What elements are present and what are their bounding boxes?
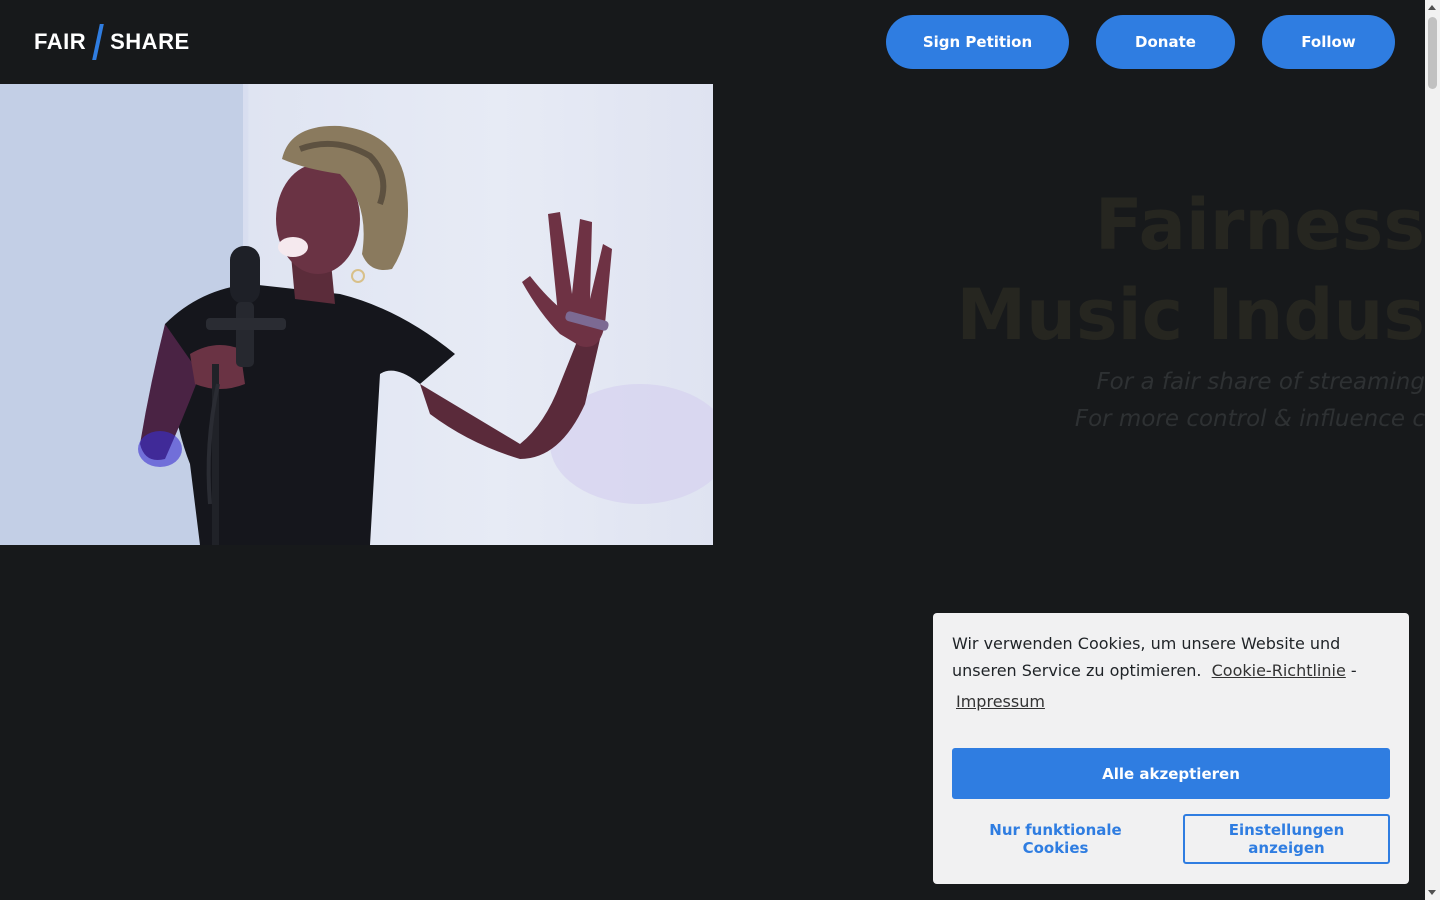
hero-title-line2: Music Indus: [956, 274, 1425, 356]
cookie-message: Wir verwenden Cookies, um unsere Website…: [952, 630, 1392, 715]
scroll-thumb[interactable]: [1428, 17, 1437, 89]
cookie-policy-link[interactable]: Cookie-Richtlinie: [1212, 661, 1346, 680]
scroll-up-icon[interactable]: [1428, 5, 1436, 10]
hero-subtitle-line1: For a fair share of streaming: [1096, 369, 1425, 395]
hero-subtitle: For a fair share of streaming For more c…: [725, 364, 1425, 438]
hero-title: Fairness Music Indus: [725, 180, 1425, 360]
logo-text-fair: FAIR: [34, 29, 87, 54]
cookie-banner: Wir verwenden Cookies, um unsere Website…: [933, 613, 1409, 884]
donate-button[interactable]: Donate: [1096, 15, 1235, 69]
singer-illustration: [0, 84, 713, 545]
functional-cookies-button[interactable]: Nur funktionale Cookies: [952, 814, 1159, 864]
hero-singer-image: [0, 84, 713, 545]
logo-slash-icon: [92, 24, 104, 60]
follow-button[interactable]: Follow: [1262, 15, 1395, 69]
page-scrollbar[interactable]: [1425, 0, 1440, 900]
cookie-link-separator: -: [1350, 661, 1357, 680]
scroll-down-icon[interactable]: [1428, 890, 1436, 895]
logo-text-share: SHARE: [110, 29, 190, 54]
hero-title-line1: Fairness: [1094, 184, 1425, 266]
show-settings-button[interactable]: Einstellungen anzeigen: [1183, 814, 1390, 864]
fair-share-logo[interactable]: FAIR SHARE: [34, 22, 190, 62]
hero-subtitle-line2: For more control & influence c: [1074, 406, 1425, 432]
accept-all-button[interactable]: Alle akzeptieren: [952, 748, 1390, 799]
impressum-link[interactable]: Impressum: [956, 688, 1045, 715]
sign-petition-button[interactable]: Sign Petition: [886, 15, 1069, 69]
site-header: FAIR SHARE Sign Petition Donate Follow: [0, 0, 1425, 84]
